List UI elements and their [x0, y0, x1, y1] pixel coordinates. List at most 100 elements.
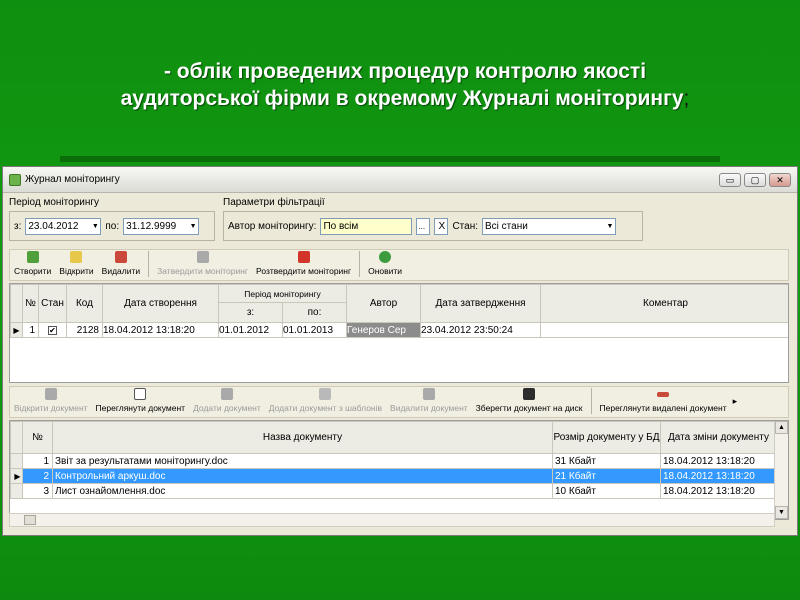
- toolbar-separator: [148, 251, 150, 277]
- open-icon: [70, 251, 83, 263]
- table-row-selected[interactable]: ▶ 2 Контрольний аркуш.doc 21 Кбайт 18.04…: [10, 468, 777, 484]
- col-created-header[interactable]: Дата створення: [102, 284, 219, 323]
- chevron-down-icon[interactable]: ▼: [188, 223, 198, 230]
- save-disk-icon: [523, 388, 536, 400]
- view-deleted-button[interactable]: Переглянути видалені документ: [596, 392, 731, 417]
- minimize-button[interactable]: ▭: [719, 172, 741, 187]
- open-document-button[interactable]: Відкрити документ: [10, 388, 92, 417]
- filters-panel: Період моніторингу з: 23.04.2012 ▼ по: 31…: [9, 197, 789, 249]
- slide-heading-semicolon: ;: [683, 87, 690, 110]
- col-name-header[interactable]: Назва документу: [52, 421, 553, 454]
- refresh-button[interactable]: Оновити: [364, 251, 406, 280]
- col-approved-header[interactable]: Дата затвердження: [420, 284, 542, 323]
- state-value: Всі стани: [485, 220, 528, 232]
- col-comment-header[interactable]: Коментар: [540, 284, 788, 323]
- author-input[interactable]: По всім: [320, 217, 413, 235]
- approve-button[interactable]: Затвердити моніторинг: [153, 251, 252, 280]
- close-button[interactable]: ✕: [769, 172, 791, 187]
- maximize-button[interactable]: ▢: [744, 172, 766, 187]
- to-label: по:: [105, 220, 120, 232]
- slide-heading-line1: - облік проведених процедур контролю яко…: [163, 60, 647, 83]
- row-pointer-icon: ▶: [10, 322, 23, 338]
- unapprove-icon: [297, 251, 310, 263]
- cell-size: 31 Кбайт: [552, 453, 661, 469]
- view-document-button[interactable]: Переглянути документ: [92, 388, 190, 417]
- open-label: Відкрити: [59, 266, 94, 276]
- scroll-up-icon[interactable]: ▲: [775, 421, 788, 434]
- table-row[interactable]: ▶ 1 ✔ 2128 18.04.2012 13:18:20 01.01.201…: [10, 322, 788, 338]
- cell-no: 1: [22, 453, 53, 469]
- author-browse-button[interactable]: ...: [416, 217, 431, 235]
- col-size-header[interactable]: Розмір документу у БД: [552, 421, 661, 454]
- deleted-icon: [657, 392, 670, 397]
- to-date-value: 31.12.9999: [126, 220, 177, 232]
- add-document-icon: [220, 388, 233, 400]
- col-no-header[interactable]: №: [22, 284, 39, 323]
- scroll-down-icon[interactable]: ▼: [775, 506, 788, 519]
- save-to-disk-button[interactable]: Зберегти документ на диск: [472, 388, 587, 417]
- row-indicator: [10, 483, 23, 499]
- create-button[interactable]: Створити: [10, 251, 55, 280]
- col-state-header[interactable]: Стан: [38, 284, 67, 323]
- cell-name: Лист ознайомлення.doc: [52, 483, 553, 499]
- slide-heading: - облік проведених процедур контролю яко…: [40, 58, 770, 112]
- filter-params-group: Параметри фільтрації Автор моніторингу: …: [223, 197, 643, 241]
- chevron-down-icon[interactable]: ▼: [605, 223, 615, 230]
- window-title: Журнал моніторингу: [25, 174, 120, 185]
- row-indicator-header: [10, 421, 23, 454]
- view-document-label: Переглянути документ: [95, 403, 186, 413]
- from-date-input[interactable]: 23.04.2012 ▼: [25, 217, 102, 235]
- state-label: Стан:: [452, 220, 478, 232]
- col-author-header[interactable]: Автор: [346, 284, 422, 323]
- cell-size: 10 Кбайт: [552, 483, 661, 499]
- chevron-down-icon[interactable]: ▼: [90, 223, 100, 230]
- from-date-value: 23.04.2012: [28, 220, 79, 232]
- add-document-button[interactable]: Додати документ: [189, 388, 265, 417]
- slide-heading-line2: аудиторської фірми в окремому Журналі мо…: [120, 87, 684, 110]
- cell-state[interactable]: ✔: [38, 322, 67, 338]
- documents-grid: № Назва документу Розмір документу у БД …: [9, 420, 789, 520]
- col-period-header: Період моніторингу: [217, 284, 348, 303]
- cell-comment: [540, 322, 788, 338]
- vertical-scrollbar[interactable]: ▲ ▼: [774, 421, 788, 519]
- toolbar-separator: [359, 251, 361, 277]
- col-changed-header[interactable]: Дата зміни документу: [660, 421, 777, 454]
- delete-button[interactable]: Видалити: [98, 251, 144, 280]
- period-group: Період моніторингу з: 23.04.2012 ▼ по: 31…: [9, 197, 215, 241]
- add-from-template-button[interactable]: Додати документ з шаблонів: [265, 388, 386, 417]
- cell-no: 1: [22, 322, 39, 338]
- save-to-disk-label: Зберегти документ на диск: [475, 403, 583, 413]
- row-pointer-icon: ▶: [10, 468, 23, 484]
- cell-changed: 18.04.2012 13:18:20: [660, 468, 777, 484]
- from-label: з:: [14, 220, 22, 232]
- decorative-bar: [60, 156, 720, 162]
- approve-label: Затвердити моніторинг: [157, 266, 249, 276]
- toolbar-more-button[interactable]: ▸: [733, 396, 738, 407]
- col-code-header[interactable]: Код: [66, 284, 103, 323]
- table-row[interactable]: 3 Лист ознайомлення.doc 10 Кбайт 18.04.2…: [10, 483, 777, 499]
- horizontal-scrollbar[interactable]: [9, 513, 775, 527]
- delete-document-button[interactable]: Видалити документ: [386, 388, 472, 417]
- unapprove-button[interactable]: Розтвердити моніторинг: [252, 251, 355, 280]
- state-select[interactable]: Всі стани ▼: [482, 217, 616, 235]
- documents-toolbar: Відкрити документ Переглянути документ Д…: [9, 386, 789, 418]
- period-label: Період моніторингу: [9, 197, 100, 208]
- author-clear-button[interactable]: X: [434, 217, 449, 235]
- template-icon: [319, 388, 332, 400]
- toolbar-separator: [590, 388, 592, 414]
- scroll-thumb[interactable]: [24, 515, 36, 525]
- cell-approved: 23.04.2012 23:50:24: [420, 322, 542, 338]
- to-date-input[interactable]: 31.12.9999 ▼: [123, 217, 200, 235]
- table-row[interactable]: 1 Звіт за результатами моніторингу.doc 3…: [10, 453, 777, 469]
- open-document-label: Відкрити документ: [14, 403, 88, 413]
- col-period-to-header[interactable]: по:: [281, 302, 348, 323]
- document-icon: [134, 388, 147, 400]
- checkbox[interactable]: ✔: [48, 325, 57, 335]
- app-icon: [9, 173, 21, 186]
- add-document-label: Додати документ: [193, 403, 261, 413]
- cell-changed: 18.04.2012 13:18:20: [660, 453, 777, 469]
- col-period-from-header[interactable]: з:: [218, 302, 283, 323]
- title-bar[interactable]: Журнал моніторингу ▭ ▢ ✕: [3, 167, 797, 193]
- col-no-header[interactable]: №: [22, 421, 53, 454]
- open-button[interactable]: Відкрити: [55, 251, 97, 280]
